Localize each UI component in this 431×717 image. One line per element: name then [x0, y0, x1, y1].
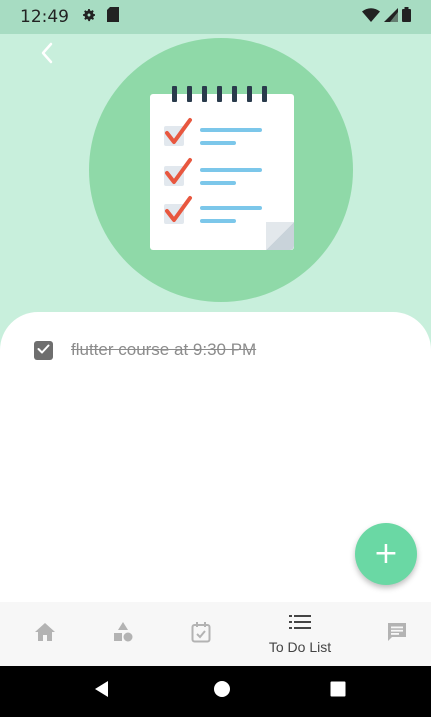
shapes-icon: [112, 621, 134, 648]
nav-item-home[interactable]: [22, 602, 68, 666]
check-icon: [37, 341, 50, 359]
recents-icon: [330, 681, 346, 702]
plus-icon: +: [373, 536, 399, 571]
home-icon: [213, 680, 231, 703]
add-todo-button[interactable]: +: [355, 523, 417, 585]
bottom-nav: To Do List: [0, 602, 431, 666]
system-recents-button[interactable]: [316, 666, 360, 717]
system-nav: [0, 666, 431, 717]
header: [0, 34, 431, 334]
signal-icon: [384, 7, 398, 27]
nav-item-calendar[interactable]: [178, 602, 224, 666]
nav-item-shapes[interactable]: [100, 602, 146, 666]
status-time: 12:49: [20, 7, 69, 27]
todo-text: flutter course at 9:30 PM: [71, 340, 257, 359]
home-icon: [34, 622, 56, 647]
sd-card-icon: [107, 7, 119, 27]
checklist-illustration: [150, 86, 294, 250]
status-right-icons: [362, 7, 411, 27]
chevron-left-icon: [40, 42, 54, 69]
system-home-button[interactable]: [200, 666, 244, 717]
list-icon: [289, 614, 311, 635]
todo-checkbox[interactable]: [34, 340, 53, 360]
battery-icon: [402, 7, 411, 27]
chat-icon: [386, 621, 408, 648]
status-bar: 12:49: [0, 0, 431, 34]
status-left-icons: [81, 7, 119, 28]
wifi-icon: [362, 7, 380, 27]
back-icon: [94, 680, 110, 703]
nav-item-chat[interactable]: [374, 602, 420, 666]
back-button[interactable]: [32, 40, 62, 70]
todo-item[interactable]: flutter course at 9:30 PM: [34, 340, 256, 360]
system-back-button[interactable]: [80, 666, 124, 717]
calendar-check-icon: [191, 621, 211, 648]
nav-label-todo-list: To Do List: [268, 638, 332, 655]
settings-icon: [81, 7, 97, 28]
nav-item-todo-list[interactable]: To Do List: [250, 602, 350, 666]
